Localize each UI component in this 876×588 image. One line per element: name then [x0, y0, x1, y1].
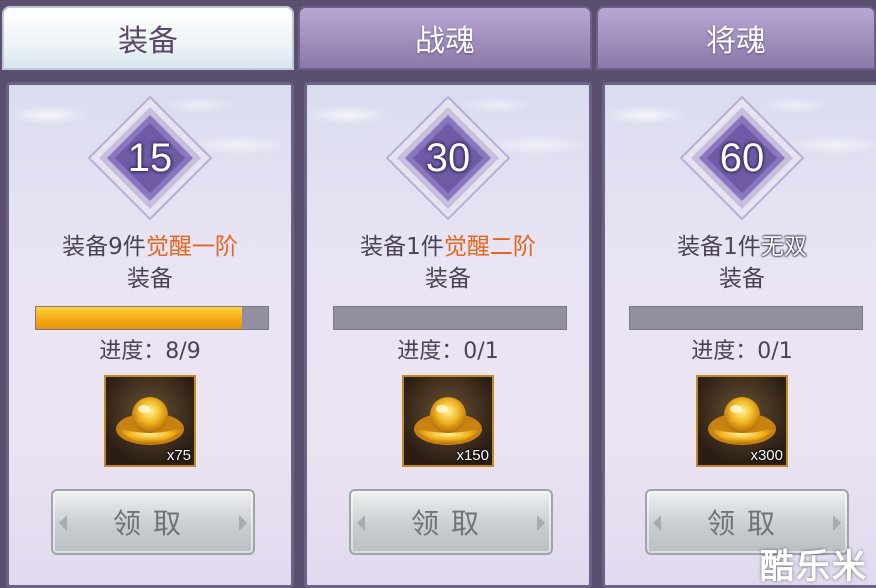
progress-bar: [629, 306, 863, 330]
desc-prefix: 装备1件: [677, 234, 761, 260]
reward-item[interactable]: x150: [402, 375, 494, 467]
achievement-card: 30 装备1件觉醒二阶 装备 进度：0/1 x150 领取: [304, 82, 592, 588]
level-badge: 30: [383, 93, 513, 223]
reward-item[interactable]: x300: [696, 375, 788, 467]
tab-bar: 装备 战魂 将魂: [0, 0, 876, 72]
desc-highlight: 无双: [760, 234, 807, 260]
desc-line2: 装备: [425, 266, 471, 292]
reward-count: x300: [750, 447, 783, 464]
tab-general-soul[interactable]: 将魂: [596, 6, 876, 70]
progress-text: 进度：8/9: [99, 339, 201, 364]
level-badge: 60: [677, 93, 807, 223]
achievement-card: 15 装备9件觉醒一阶 装备 进度：8/9 x75 领取: [6, 82, 294, 588]
progress-text: 进度：0/1: [691, 339, 793, 364]
tab-equipment[interactable]: 装备: [2, 6, 294, 70]
level-badge: 15: [85, 93, 215, 223]
reward-count: x150: [456, 447, 489, 464]
claim-label: 领取: [410, 507, 491, 540]
progress-fill: [36, 307, 243, 329]
left-arrow-icon: [653, 515, 661, 531]
right-arrow-icon: [537, 515, 545, 531]
task-description: 装备1件觉醒二阶 装备: [307, 231, 589, 295]
progress-text: 进度：0/1: [397, 339, 499, 364]
claim-label: 领取: [706, 507, 787, 540]
desc-line2: 装备: [719, 266, 765, 292]
level-number: 15: [127, 135, 173, 180]
desc-highlight: 觉醒一阶: [145, 234, 238, 260]
reward-item[interactable]: x75: [104, 375, 196, 467]
progress-bar: [333, 306, 567, 330]
right-arrow-icon: [239, 515, 247, 531]
tab-battle-soul[interactable]: 战魂: [298, 6, 592, 70]
desc-prefix: 装备9件: [62, 234, 146, 260]
right-arrow-icon: [833, 515, 841, 531]
claim-button[interactable]: 领取: [349, 489, 553, 555]
progress-bar: [35, 306, 269, 330]
claim-button[interactable]: 领取: [51, 489, 255, 555]
watermark: 酷乐米: [760, 547, 868, 587]
level-number: 60: [719, 135, 765, 180]
left-arrow-icon: [357, 515, 365, 531]
desc-line2: 装备: [127, 266, 173, 292]
achievement-card: 60 装备1件无双 装备 进度：0/1 x300 领取: [602, 82, 876, 588]
desc-highlight: 觉醒二阶: [443, 234, 536, 260]
left-arrow-icon: [59, 515, 67, 531]
claim-label: 领取: [112, 507, 193, 540]
desc-prefix: 装备1件: [360, 234, 444, 260]
reward-count: x75: [166, 447, 191, 464]
level-number: 30: [425, 135, 471, 180]
task-description: 装备1件无双 装备: [605, 231, 876, 295]
task-description: 装备9件觉醒一阶 装备: [9, 231, 291, 295]
